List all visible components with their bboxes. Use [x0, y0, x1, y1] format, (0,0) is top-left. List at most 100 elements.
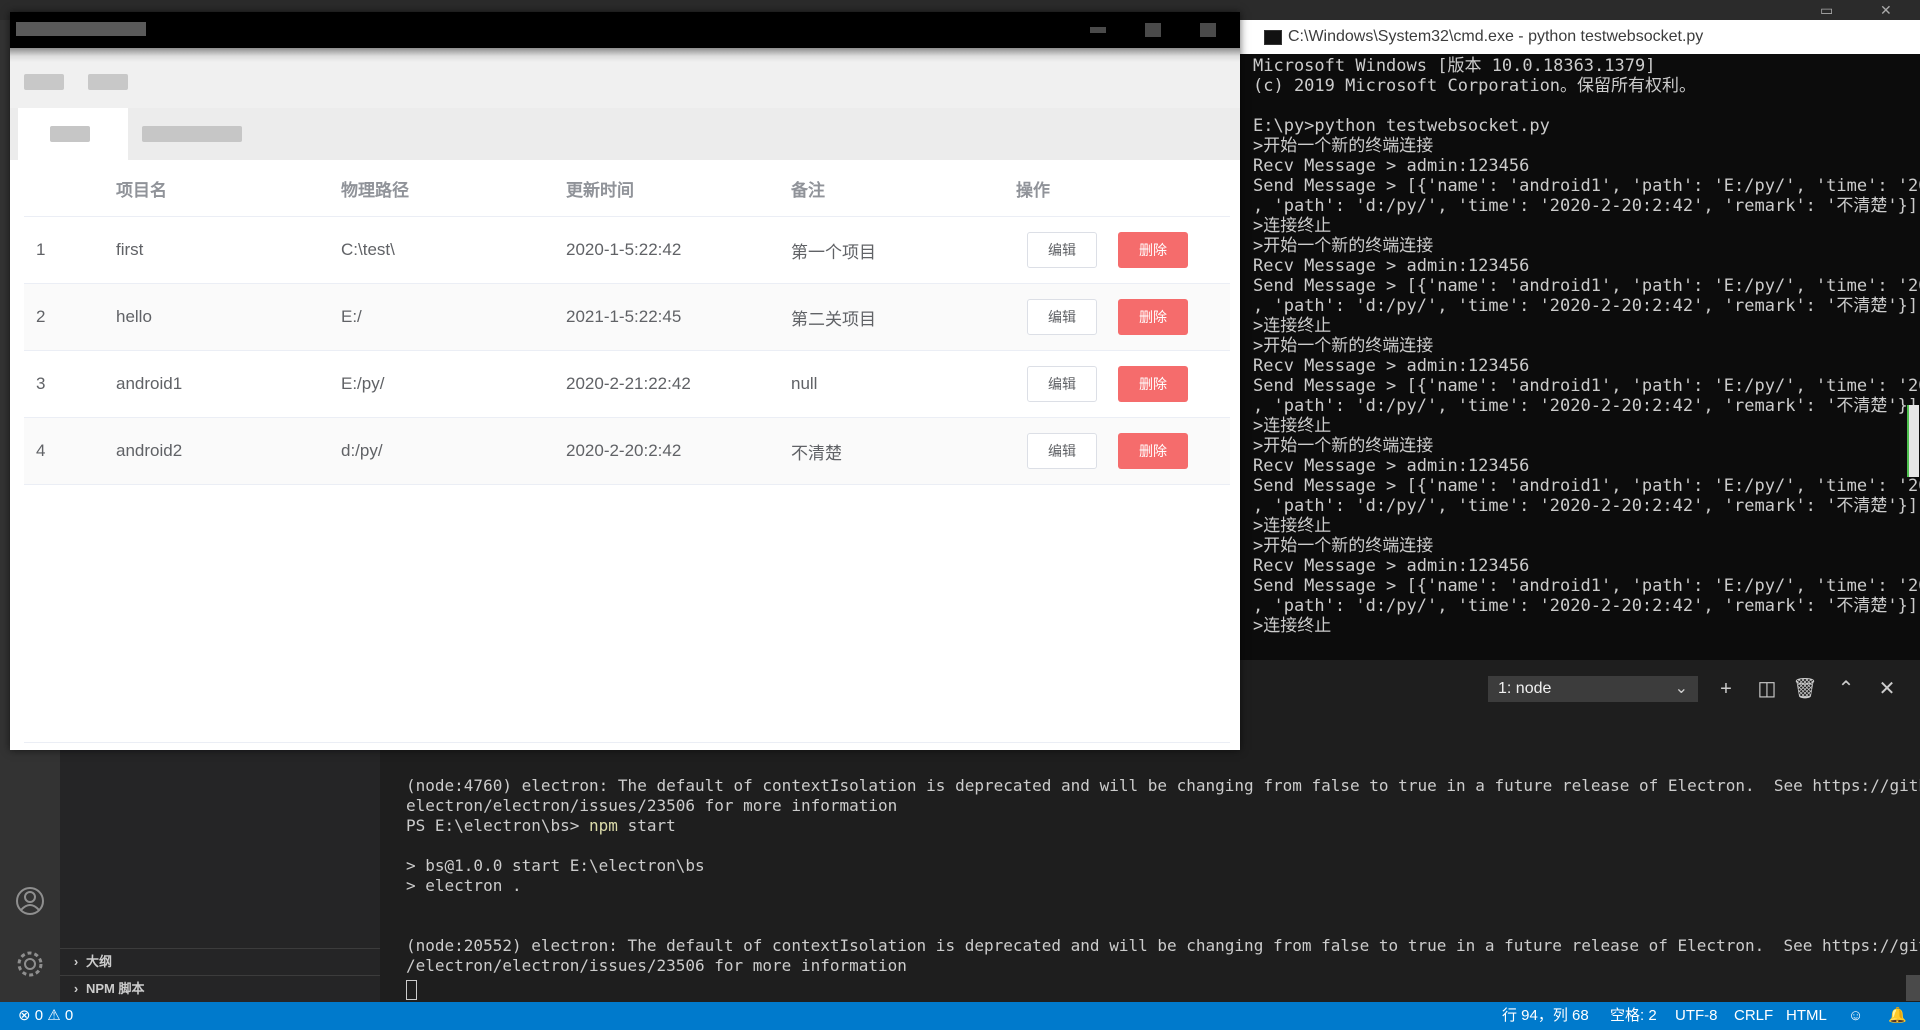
app-title-bar[interactable] [10, 12, 1240, 48]
terminal-line: > electron . [406, 876, 522, 895]
row-path: d:/py/ [341, 441, 383, 460]
notifications-icon[interactable]: 🔔 [1888, 1002, 1907, 1030]
split-terminal-icon[interactable]: ◫ [1754, 676, 1780, 702]
cmd-line: >连接终止 [1253, 316, 1332, 336]
close-icon[interactable] [1200, 23, 1216, 37]
terminal-line: > bs@1.0.0 start E:\electron\bs [406, 856, 705, 875]
row-remark: 不清楚 [791, 443, 842, 463]
row-time: 2020-2-20:2:42 [566, 441, 682, 460]
row-name: hello [116, 307, 152, 326]
language-mode[interactable]: HTML [1786, 1002, 1827, 1030]
table-header-row: 项目名 物理路径 更新时间 备注 操作 [24, 160, 1230, 217]
table-row: 3 android1 E:/py/ 2020-2-21:22:42 null 编… [24, 351, 1230, 418]
feedback-icon[interactable]: ☺ [1848, 1002, 1863, 1030]
app-tabs [10, 108, 1240, 160]
cmd-line: Send Message > [{'name': 'android1', 'pa… [1253, 276, 1920, 296]
edit-button[interactable]: 编辑 [1027, 366, 1097, 402]
chevron-right-icon: › [73, 981, 79, 996]
cmd-line: , 'path': 'd:/py/', 'time': '2020-2-20:2… [1253, 496, 1919, 516]
row-name: android1 [116, 374, 183, 393]
cmd-line: Recv Message > admin:123456 [1253, 156, 1530, 176]
warning-count: 0 [64, 1007, 74, 1024]
gear-icon[interactable] [14, 948, 46, 980]
cmd-line: Recv Message > admin:123456 [1253, 556, 1530, 576]
cmd-line: >连接终止 [1253, 216, 1332, 236]
minimize-icon[interactable]: ▭ [1820, 2, 1833, 19]
row-index: 3 [36, 374, 46, 393]
terminal-cursor [406, 980, 417, 1000]
row-time: 2020-1-5:22:42 [566, 240, 682, 259]
terminal-select-value: 1: node [1498, 680, 1552, 697]
col-name-header: 项目名 [116, 180, 167, 200]
cmd-output: Microsoft Windows [版本 10.0.18363.1379] (c… [1253, 56, 1920, 642]
cmd-line: >开始一个新的终端连接 [1253, 236, 1434, 256]
indentation[interactable]: 空格: 2 [1610, 1002, 1657, 1030]
minimize-icon[interactable] [1090, 27, 1106, 33]
row-path: C:\test\ [341, 240, 395, 259]
cursor-position[interactable]: 行 94，列 68 [1502, 1002, 1589, 1030]
line-ending[interactable]: CRLF [1734, 1002, 1773, 1030]
cmd-line: Recv Message > admin:123456 [1253, 356, 1530, 376]
row-time: 2020-2-21:22:42 [566, 374, 691, 393]
cmd-scrollbar-thumb[interactable] [1907, 405, 1919, 477]
menu-item-blurred[interactable] [24, 74, 64, 90]
tab-active[interactable] [18, 108, 128, 160]
chevron-up-icon[interactable]: ⌃ [1833, 676, 1859, 702]
cmd-line: >连接终止 [1253, 516, 1332, 536]
terminal-select[interactable]: 1: node ⌄ [1488, 676, 1698, 702]
cmd-line: >开始一个新的终端连接 [1253, 136, 1434, 156]
cmd-line: , 'path': 'd:/py/', 'time': '2020-2-20:2… [1253, 196, 1919, 216]
delete-button[interactable]: 删除 [1118, 366, 1188, 402]
cmd-line: (c) 2019 Microsoft Corporation。保留所有权利。 [1253, 76, 1697, 96]
row-path: E:/ [341, 307, 362, 326]
terminal-line: (node:20552) electron: The default of co… [406, 936, 1920, 955]
divider [24, 742, 1230, 743]
account-icon[interactable] [14, 885, 46, 917]
app-title-blurred [16, 22, 146, 36]
cmd-line: >开始一个新的终端连接 [1253, 336, 1434, 356]
close-icon[interactable]: ✕ [1880, 2, 1892, 19]
row-remark: 第二关项目 [791, 309, 876, 329]
cmd-icon [1264, 30, 1282, 45]
col-actions-header: 操作 [1016, 180, 1050, 200]
problems-indicator[interactable]: ⊗ 0 ⚠ 0 [18, 1002, 73, 1030]
edit-button[interactable]: 编辑 [1027, 299, 1097, 335]
cmd-line: , 'path': 'd:/py/', 'time': '2020-2-20:2… [1253, 296, 1919, 316]
npm-scripts-section[interactable]: › NPM 脚本 [60, 975, 380, 1002]
terminal-line: (node:4760) electron: The default of con… [406, 776, 1920, 795]
tab-label-blurred[interactable] [142, 126, 242, 142]
row-index: 1 [36, 240, 46, 259]
col-remark-header: 备注 [791, 180, 825, 200]
row-name: first [116, 240, 144, 259]
outline-section[interactable]: › 大纲 [60, 948, 380, 975]
menu-item-blurred[interactable] [88, 74, 128, 90]
add-terminal-icon[interactable]: + [1713, 676, 1739, 702]
encoding[interactable]: UTF-8 [1675, 1002, 1718, 1030]
cmd-line: , 'path': 'd:/py/', 'time': '2020-2-20:2… [1253, 396, 1919, 416]
maximize-icon[interactable] [1145, 23, 1161, 37]
cmd-title: C:\Windows\System32\cmd.exe - python tes… [1288, 28, 1704, 45]
close-panel-icon[interactable]: ✕ [1874, 676, 1900, 702]
cmd-line: >连接终止 [1253, 616, 1332, 636]
cmd-title-bar[interactable]: C:\Windows\System32\cmd.exe - python tes… [1240, 20, 1920, 54]
npm-scripts-label: NPM 脚本 [86, 981, 145, 996]
cmd-line: Send Message > [{'name': 'android1', 'pa… [1253, 176, 1920, 196]
terminal-line: /electron/electron/issues/23506 for more… [406, 956, 907, 975]
delete-button[interactable]: 删除 [1118, 299, 1188, 335]
edit-button[interactable]: 编辑 [1027, 232, 1097, 268]
delete-button[interactable]: 删除 [1118, 433, 1188, 469]
trash-icon[interactable]: 🗑 [1792, 676, 1818, 702]
cmd-line: Microsoft Windows [版本 10.0.18363.1379] [1253, 56, 1656, 76]
terminal-output: (node:4760) electron: The default of con… [406, 776, 1920, 976]
terminal-scrollbar[interactable] [1906, 975, 1920, 1001]
electron-app-window: 项目名 物理路径 更新时间 备注 操作 1 first C:\test\ 202… [10, 12, 1240, 750]
edit-button[interactable]: 编辑 [1027, 433, 1097, 469]
cmd-line: Send Message > [{'name': 'android1', 'pa… [1253, 376, 1920, 396]
status-bar: ⊗ 0 ⚠ 0 行 94，列 68 空格: 2 UTF-8 CRLF HTML … [0, 1002, 1920, 1030]
row-remark: 第一个项目 [791, 242, 876, 262]
delete-button[interactable]: 删除 [1118, 232, 1188, 268]
terminal-line: PS E:\electron\bs> npm start [406, 816, 676, 835]
cmd-line: E:\py>python testwebsocket.py [1253, 116, 1550, 136]
